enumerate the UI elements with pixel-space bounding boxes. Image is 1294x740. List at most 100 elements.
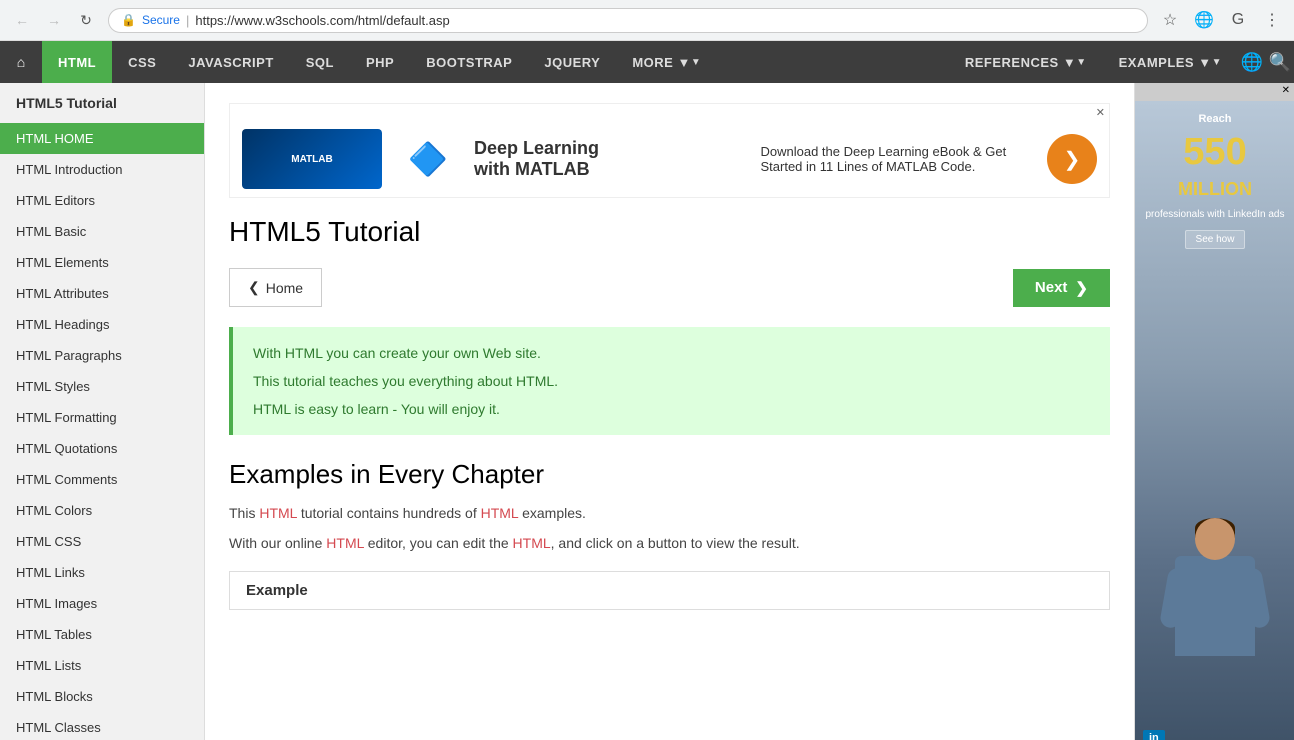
sidebar-item-html-css[interactable]: HTML CSS <box>0 526 204 557</box>
p2-before: With our online <box>229 535 326 551</box>
ad-headline: Deep Learningwith MATLAB <box>474 138 745 180</box>
sidebar-item-html-paragraphs[interactable]: HTML Paragraphs <box>0 340 204 371</box>
menu-button[interactable]: ⋮ <box>1258 6 1286 34</box>
person-body <box>1175 556 1255 656</box>
back-button[interactable]: ← <box>8 6 36 34</box>
translate-button[interactable]: 🌐 <box>1190 6 1218 34</box>
p1-before: This <box>229 505 259 521</box>
ad-reach-text: Reach <box>1198 113 1231 125</box>
ad-person-figure <box>1160 518 1270 718</box>
nav-item-examples[interactable]: EXAMPLES ▼ <box>1103 41 1238 83</box>
sidebar-item-html-elements[interactable]: HTML Elements <box>0 247 204 278</box>
nav-item-more[interactable]: MORE ▼ <box>616 41 717 83</box>
nav-item-jquery[interactable]: JQUERY <box>528 41 616 83</box>
p1-html2[interactable]: HTML <box>481 505 519 521</box>
sidebar-item-html-styles[interactable]: HTML Styles <box>0 371 204 402</box>
prev-arrow-icon: ❮ <box>248 279 260 296</box>
reload-button[interactable]: ↻ <box>72 6 100 34</box>
section-title: Examples in Every Chapter <box>229 459 1110 490</box>
ad-million-number: 550 <box>1183 133 1246 171</box>
sidebar-item-html-comments[interactable]: HTML Comments <box>0 464 204 495</box>
ad-top-bar: ✕ <box>230 104 1109 121</box>
ad-close-x[interactable]: ✕ <box>1096 106 1105 119</box>
ad-panel-topbar: ✕ <box>1135 83 1294 101</box>
sidebar-item-html-formatting[interactable]: HTML Formatting <box>0 402 204 433</box>
nav-item-javascript[interactable]: JAVASCRIPT <box>172 41 289 83</box>
sidebar-item-html-classes[interactable]: HTML Classes <box>0 712 204 740</box>
nav-buttons-row: ❮ Home Next ❯ <box>229 268 1110 307</box>
ad-image: 🔷 <box>398 129 458 189</box>
right-ad-panel: ✕ Reach 550 MILLION professionals with L… <box>1134 83 1294 740</box>
content-area: ✕ MATLAB 🔷 Deep Learningwith MATLAB Down… <box>205 83 1134 740</box>
info-box: With HTML you can create your own Web si… <box>229 327 1110 435</box>
address-bar[interactable]: 🔒 Secure | https://www.w3schools.com/htm… <box>108 8 1148 33</box>
p1-html1[interactable]: HTML <box>259 505 297 521</box>
next-button-label: Next <box>1035 279 1068 296</box>
nav-item-references[interactable]: REFERENCES ▼ <box>949 41 1103 83</box>
ad-desc: professionals with LinkedIn ads <box>1146 208 1285 222</box>
sidebar-item-html-tables[interactable]: HTML Tables <box>0 619 204 650</box>
ad-see-how-button[interactable]: See how <box>1185 230 1246 249</box>
browser-toolbar: ← → ↻ 🔒 Secure | https://www.w3schools.c… <box>0 0 1294 40</box>
next-arrow-icon: ❯ <box>1075 279 1088 297</box>
p1-after: examples. <box>518 505 586 521</box>
sidebar-item-html-introduction[interactable]: HTML Introduction <box>0 154 204 185</box>
nav-right: REFERENCES ▼ EXAMPLES ▼ 🌐 🔍 <box>949 41 1294 83</box>
ad-arrow-button[interactable]: ❯ <box>1047 134 1097 184</box>
sidebar-item-html-quotations[interactable]: HTML Quotations <box>0 433 204 464</box>
sidebar-title: HTML5 Tutorial <box>0 83 204 123</box>
sidebar-item-html-links[interactable]: HTML Links <box>0 557 204 588</box>
paragraph-1: This HTML tutorial contains hundreds of … <box>229 502 1110 524</box>
nav-home-button[interactable]: ⌂ <box>0 41 42 83</box>
nav-item-php[interactable]: PHP <box>350 41 410 83</box>
ad-million-label: MILLION <box>1178 179 1252 200</box>
p2-after: , and click on a button to view the resu… <box>551 535 800 551</box>
linkedin-ad: Reach 550 MILLION professionals with Lin… <box>1135 101 1294 740</box>
sidebar-item-html-home[interactable]: HTML HOME <box>0 123 204 154</box>
p2-between: editor, you can edit the <box>364 535 513 551</box>
url-page: default.asp <box>386 13 450 28</box>
nav-bar: ⌂ HTML CSS JAVASCRIPT SQL PHP BOOTSTRAP … <box>0 41 1294 83</box>
sidebar-item-html-lists[interactable]: HTML Lists <box>0 650 204 681</box>
p1-between: tutorial contains hundreds of <box>297 505 481 521</box>
next-button[interactable]: Next ❯ <box>1013 269 1110 307</box>
sidebar-item-html-attributes[interactable]: HTML Attributes <box>0 278 204 309</box>
info-line-3: HTML is easy to learn - You will enjoy i… <box>253 401 1090 417</box>
ad-panel-close[interactable]: ✕ <box>1282 85 1290 99</box>
nav-item-html[interactable]: HTML <box>42 41 112 83</box>
info-line-1: With HTML you can create your own Web si… <box>253 345 1090 361</box>
browser-right-icons: ☆ 🌐 G ⋮ <box>1156 6 1286 34</box>
account-button[interactable]: G <box>1224 6 1252 34</box>
sidebar-item-html-colors[interactable]: HTML Colors <box>0 495 204 526</box>
browser-nav-buttons: ← → ↻ <box>8 6 100 34</box>
lock-icon: 🔒 <box>121 13 136 27</box>
language-button[interactable]: 🌐 <box>1238 48 1266 76</box>
secure-text: Secure <box>142 13 180 27</box>
search-button[interactable]: 🔍 <box>1266 48 1294 76</box>
url-prefix: https://www.w3schools.com/html/ <box>195 13 386 28</box>
paragraph-2: With our online HTML editor, you can edi… <box>229 532 1110 554</box>
nav-item-sql[interactable]: SQL <box>290 41 350 83</box>
ad-person-area <box>1143 257 1287 718</box>
page-title: HTML5 Tutorial <box>229 216 1110 248</box>
ad-text-block: Deep Learningwith MATLAB <box>474 138 745 180</box>
sidebar-item-html-editors[interactable]: HTML Editors <box>0 185 204 216</box>
sidebar-item-html-images[interactable]: HTML Images <box>0 588 204 619</box>
ad-body-text: Download the Deep Learning eBook & Get S… <box>761 144 1032 174</box>
nav-item-css[interactable]: CSS <box>112 41 172 83</box>
url-text: https://www.w3schools.com/html/default.a… <box>195 13 449 28</box>
separator: | <box>186 13 189 28</box>
person-head <box>1195 518 1235 560</box>
example-box: Example <box>229 571 1110 610</box>
top-ad-banner: ✕ MATLAB 🔷 Deep Learningwith MATLAB Down… <box>229 103 1110 198</box>
p2-html1[interactable]: HTML <box>326 535 364 551</box>
prev-button[interactable]: ❮ Home <box>229 268 322 307</box>
sidebar-item-html-basic[interactable]: HTML Basic <box>0 216 204 247</box>
sidebar-item-html-headings[interactable]: HTML Headings <box>0 309 204 340</box>
bookmark-button[interactable]: ☆ <box>1156 6 1184 34</box>
sidebar-item-html-blocks[interactable]: HTML Blocks <box>0 681 204 712</box>
forward-button[interactable]: → <box>40 6 68 34</box>
p2-html2[interactable]: HTML <box>513 535 551 551</box>
nav-item-bootstrap[interactable]: BOOTSTRAP <box>410 41 528 83</box>
sidebar: HTML5 Tutorial HTML HOME HTML Introducti… <box>0 83 205 740</box>
